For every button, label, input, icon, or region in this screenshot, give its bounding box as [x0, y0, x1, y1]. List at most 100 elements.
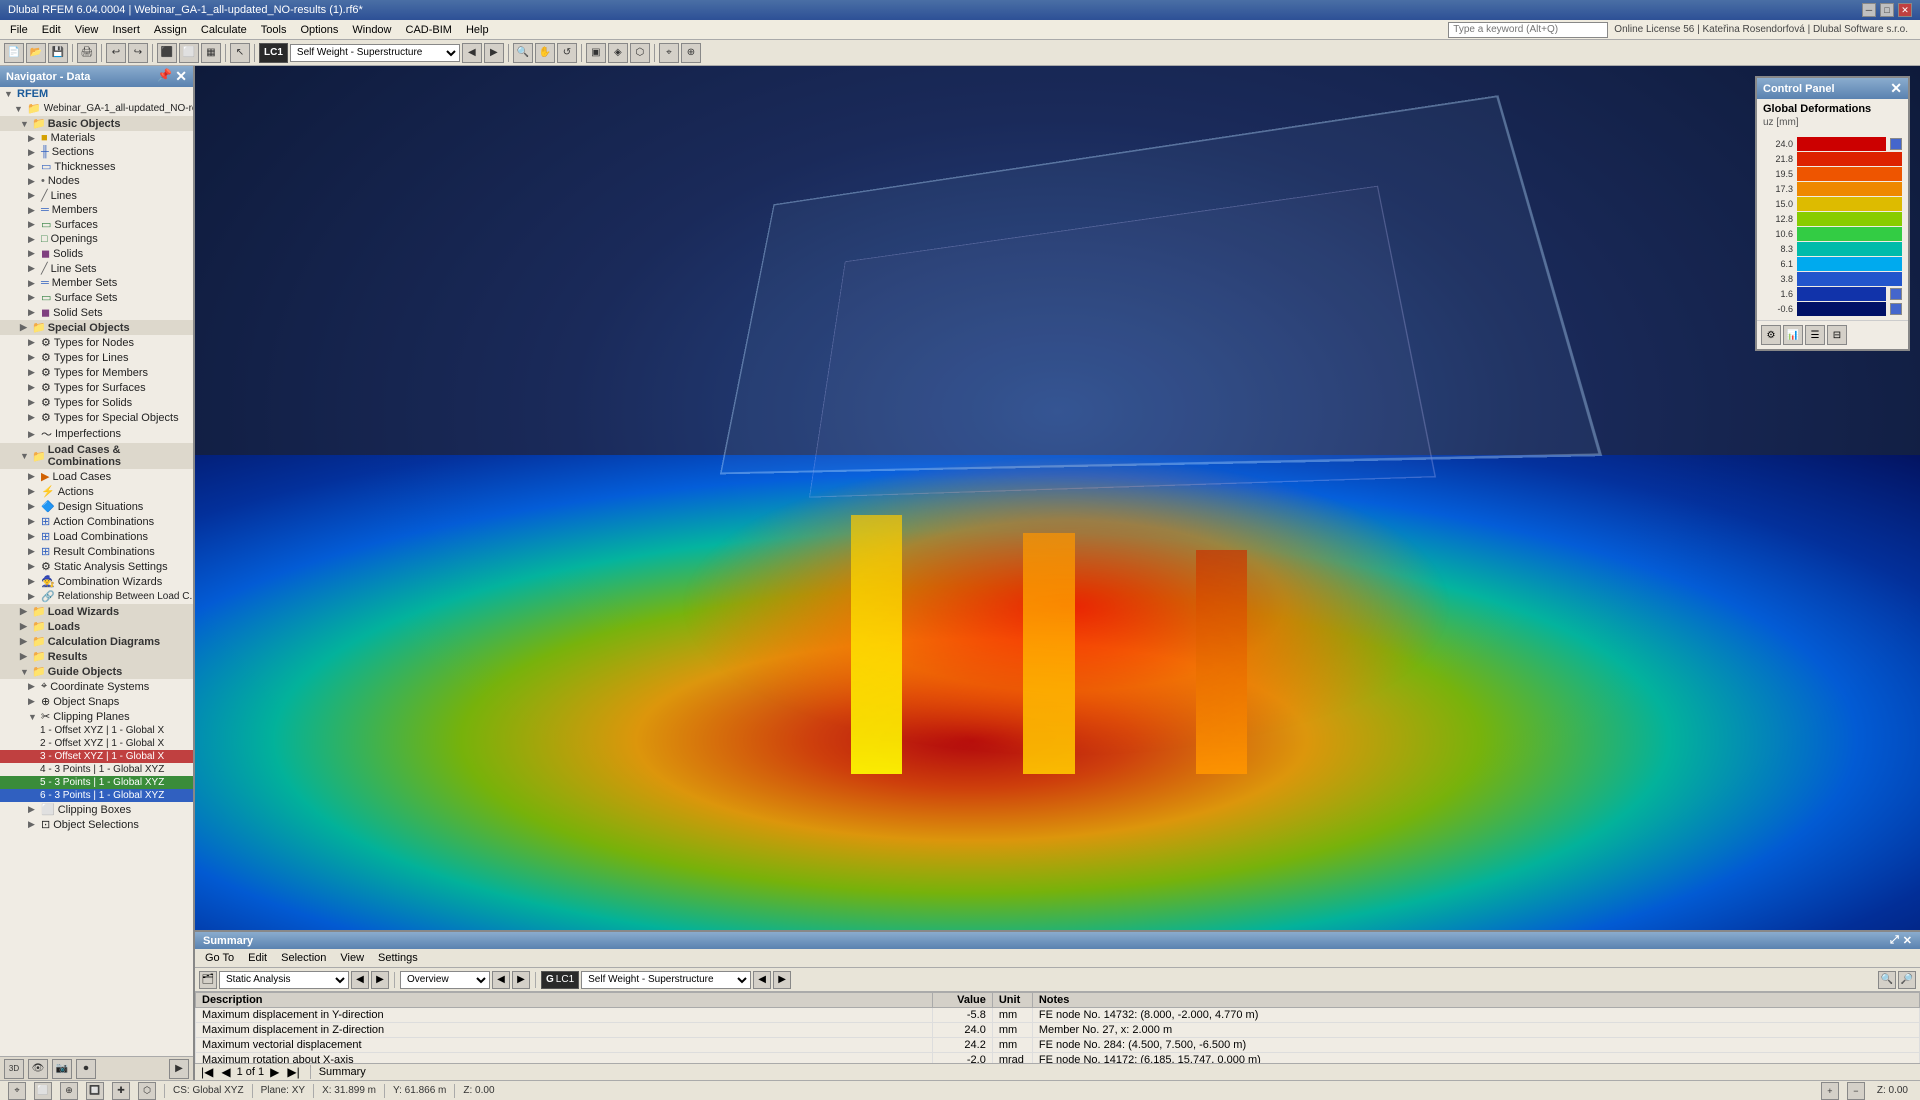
summary-zoom-btn[interactable]: 🔍: [1878, 971, 1896, 989]
summary-menu-edit[interactable]: Edit: [242, 950, 273, 966]
nav-expand-btn[interactable]: ▶: [169, 1059, 189, 1079]
navigator-content[interactable]: ▼ RFEM ▼ 📁 Webinar_GA-1_all-updated_NO-r…: [0, 87, 193, 1056]
nav-combination-wizards[interactable]: ▶ 🧙 Combination Wizards: [0, 574, 193, 589]
nav-load-cases-header[interactable]: ▼ 📁 Load Cases & Combinations: [0, 443, 193, 469]
summary-menu-selection[interactable]: Selection: [275, 950, 332, 966]
statusbar-right-btn2[interactable]: −: [1847, 1082, 1865, 1100]
nav-types-special[interactable]: ▶ ⚙ Types for Special Objects: [0, 410, 193, 425]
window-controls[interactable]: ─ □ ✕: [1862, 3, 1912, 17]
summary-undock-btn[interactable]: ⤢: [1890, 934, 1899, 947]
nav-solid-sets[interactable]: ▶ ◼ Solid Sets: [0, 305, 193, 320]
control-panel-close-button[interactable]: ✕: [1890, 80, 1902, 97]
nav-line-sets[interactable]: ▶ ╱ Line Sets: [0, 261, 193, 276]
nav-action-combinations[interactable]: ▶ ⊞ Action Combinations: [0, 514, 193, 529]
statusbar-btn3[interactable]: ⊕: [60, 1082, 78, 1100]
statusbar-btn2[interactable]: ⬜: [34, 1082, 52, 1100]
nav-sections[interactable]: ▶ ╫ Sections: [0, 145, 193, 159]
summary-menu-goto[interactable]: Go To: [199, 950, 240, 966]
view-btn-2[interactable]: ⬜: [179, 43, 199, 63]
view-btn-3[interactable]: ▦: [201, 43, 221, 63]
nav-clipping-plane-6[interactable]: 6 - 3 Points | 1 - Global XYZ: [0, 789, 193, 802]
nav-result-combinations[interactable]: ▶ ⊞ Result Combinations: [0, 544, 193, 559]
lc-prev[interactable]: ◀: [462, 43, 482, 63]
summary-next-page-btn[interactable]: ▶: [268, 1065, 281, 1079]
nav-member-sets[interactable]: ▶ ═ Member Sets: [0, 276, 193, 290]
cp-chart-btn[interactable]: 📊: [1783, 325, 1803, 345]
nav-results-header[interactable]: ▶ 📁 Results: [0, 649, 193, 664]
axes-btn[interactable]: ⌖: [659, 43, 679, 63]
summary-menu-settings[interactable]: Settings: [372, 950, 424, 966]
nav-actions[interactable]: ▶ ⚡ Actions: [0, 484, 193, 499]
menu-options[interactable]: Options: [294, 22, 344, 38]
nav-clipping-plane-5[interactable]: 5 - 3 Points | 1 - Global XYZ: [0, 776, 193, 789]
summary-lc-prev-btn[interactable]: ◀: [753, 971, 771, 989]
summary-next-btn[interactable]: ▶: [371, 971, 389, 989]
summary-search-btn[interactable]: 🔎: [1898, 971, 1916, 989]
nav-types-members[interactable]: ▶ ⚙ Types for Members: [0, 365, 193, 380]
statusbar-btn1[interactable]: ⌖: [8, 1082, 26, 1100]
nav-basic-objects-header[interactable]: ▼ 📁 Basic Objects: [0, 116, 193, 131]
nav-surface-sets[interactable]: ▶ ▭ Surface Sets: [0, 290, 193, 305]
nav-types-lines[interactable]: ▶ ⚙ Types for Lines: [0, 350, 193, 365]
cp-settings-btn[interactable]: ⚙: [1761, 325, 1781, 345]
nav-relationship-loads[interactable]: ▶ 🔗 Relationship Between Load C...: [0, 589, 193, 604]
undo-button[interactable]: ↩: [106, 43, 126, 63]
summary-ov-prev-btn[interactable]: ◀: [492, 971, 510, 989]
nav-object-snaps[interactable]: ▶ ⊕ Object Snaps: [0, 694, 193, 709]
nav-clipping-boxes[interactable]: ▶ ⬜ Clipping Boxes: [0, 802, 193, 817]
render-btn[interactable]: ▣: [586, 43, 606, 63]
nav-clipping-plane-4[interactable]: 4 - 3 Points | 1 - Global XYZ: [0, 763, 193, 776]
nav-clipping-plane-3[interactable]: 3 - Offset XYZ | 1 - Global X: [0, 750, 193, 763]
nav-design-situations[interactable]: ▶ 🔷 Design Situations: [0, 499, 193, 514]
summary-overview-select[interactable]: Overview: [400, 971, 490, 989]
nav-materials[interactable]: ▶ ■ Materials: [0, 131, 193, 145]
statusbar-btn5[interactable]: ✚: [112, 1082, 130, 1100]
3d-scene[interactable]: [195, 66, 1920, 930]
summary-prev-btn[interactable]: ◀: [351, 971, 369, 989]
nav-clipping-planes[interactable]: ▼ ✂ Clipping Planes: [0, 709, 193, 724]
nav-lines[interactable]: ▶ ╱ Lines: [0, 188, 193, 203]
nav-rfem-root[interactable]: ▼ RFEM: [0, 87, 193, 101]
nav-record-btn[interactable]: ⏺: [76, 1059, 96, 1079]
nav-types-nodes[interactable]: ▶ ⚙ Types for Nodes: [0, 335, 193, 350]
nav-project[interactable]: ▼ 📁 Webinar_GA-1_all-updated_NO-resul: [0, 101, 193, 116]
nav-coordinate-systems[interactable]: ▶ ⌖ Coordinate Systems: [0, 679, 193, 694]
nav-object-selections[interactable]: ▶ ⊡ Object Selections: [0, 817, 193, 832]
minimize-button[interactable]: ─: [1862, 3, 1876, 17]
open-button[interactable]: 📂: [26, 43, 46, 63]
view-btn-1[interactable]: ⬛: [157, 43, 177, 63]
render-btn2[interactable]: ◈: [608, 43, 628, 63]
zoom-btn[interactable]: 🔍: [513, 43, 533, 63]
nav-types-surfaces[interactable]: ▶ ⚙ Types for Surfaces: [0, 380, 193, 395]
nav-members[interactable]: ▶ ═ Members: [0, 203, 193, 217]
nav-surfaces[interactable]: ▶ ▭ Surfaces: [0, 217, 193, 232]
menu-window[interactable]: Window: [346, 22, 397, 38]
summary-ov-next-btn[interactable]: ▶: [512, 971, 530, 989]
statusbar-btn6[interactable]: ⬡: [138, 1082, 156, 1100]
nav-nodes[interactable]: ▶ • Nodes: [0, 174, 193, 188]
nav-clipping-plane-2[interactable]: 2 - Offset XYZ | 1 - Global X: [0, 737, 193, 750]
menu-calculate[interactable]: Calculate: [195, 22, 253, 38]
redo-button[interactable]: ↪: [128, 43, 148, 63]
nav-load-wizards-header[interactable]: ▶ 📁 Load Wizards: [0, 604, 193, 619]
nav-clipping-plane-1[interactable]: 1 - Offset XYZ | 1 - Global X: [0, 724, 193, 737]
nav-static-analysis[interactable]: ▶ ⚙ Static Analysis Settings: [0, 559, 193, 574]
summary-close-btn[interactable]: ✕: [1903, 934, 1912, 947]
maximize-button[interactable]: □: [1880, 3, 1894, 17]
nav-types-solids[interactable]: ▶ ⚙ Types for Solids: [0, 395, 193, 410]
summary-analysis-select[interactable]: Static Analysis: [219, 971, 349, 989]
keyword-search-input[interactable]: [1448, 22, 1608, 38]
nav-special-objects-header[interactable]: ▶ 📁 Special Objects: [0, 320, 193, 335]
nav-openings[interactable]: ▶ □ Openings: [0, 232, 193, 246]
nav-thicknesses[interactable]: ▶ ▭ Thicknesses: [0, 159, 193, 174]
statusbar-btn4[interactable]: 🔲: [86, 1082, 104, 1100]
nav-eye-btn[interactable]: 👁: [28, 1059, 48, 1079]
cp-filter-btn[interactable]: ⊟: [1827, 325, 1847, 345]
pan-btn[interactable]: ✋: [535, 43, 555, 63]
viewport-3d[interactable]: Control Panel ✕ Global Deformations uz […: [195, 66, 1920, 930]
print-button[interactable]: 🖨: [77, 43, 97, 63]
snap-btn[interactable]: ⊕: [681, 43, 701, 63]
nav-imperfections[interactable]: ▶ 〜 Imperfections: [0, 425, 193, 443]
menu-insert[interactable]: Insert: [106, 22, 146, 38]
menu-cad-bim[interactable]: CAD-BIM: [400, 22, 458, 38]
